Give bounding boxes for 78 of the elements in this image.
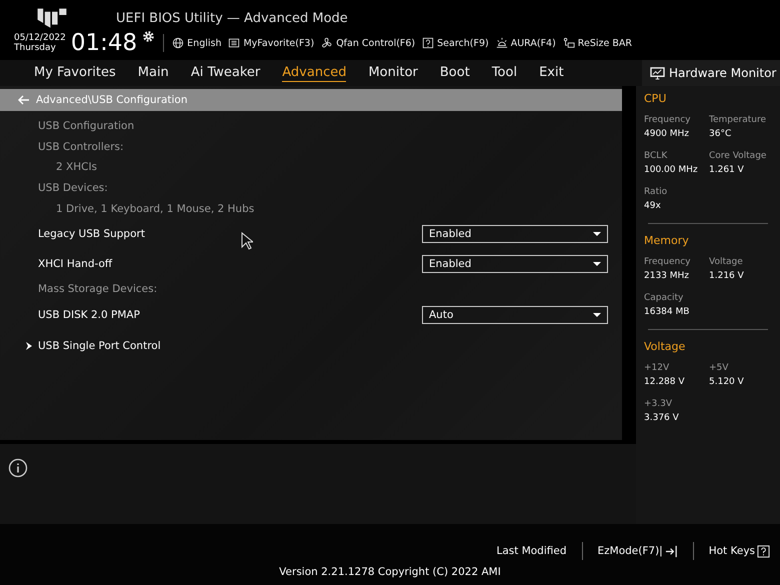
setting-info: 1 Drive, 1 Keyboard, 1 Mouse, 2 Hubs	[55, 202, 256, 217]
caret-icon	[593, 262, 601, 266]
menu-tab[interactable]: Advanced	[282, 64, 346, 82]
sensor-label: Capacity	[644, 293, 684, 303]
section-title: Memory	[644, 234, 690, 247]
menu-tab[interactable]: Boot	[440, 64, 470, 82]
sensor-value: 100.00 MHz	[644, 165, 699, 175]
back-arrow-icon	[18, 95, 30, 105]
menu-tab[interactable]: Exit	[539, 64, 564, 82]
toolbar-button[interactable]: ReSize BAR	[562, 37, 632, 49]
setting-info: 2 XHCIs	[55, 160, 98, 176]
setting-label: XHCI Hand-off	[38, 258, 112, 270]
submenu-item[interactable]: USB Single Port Control	[0, 330, 622, 362]
footer-button[interactable]: Hot Keys	[708, 544, 770, 558]
sensor-value: 12.288 V	[644, 377, 686, 387]
window-title: UEFI BIOS Utility — Advanced Mode	[116, 10, 349, 28]
sensor-label: Core Voltage	[709, 151, 768, 161]
breadcrumb-path: Advanced\USB Configuration	[36, 94, 188, 106]
sensor-label: Frequency	[644, 115, 692, 125]
sensor-value: 16384 MB	[644, 307, 690, 317]
setting-label: Legacy USB Support	[38, 228, 145, 240]
version-text: Version 2.21.1278 Copyright (C) 2022 AMI	[279, 566, 501, 578]
sensor-value: 3.376 V	[644, 413, 680, 423]
section-title: Voltage	[644, 340, 686, 353]
mouse-cursor-icon	[241, 232, 253, 250]
sensor-value: 4900 MHz	[644, 129, 690, 139]
help-icon	[422, 37, 434, 49]
globe-icon	[172, 37, 184, 49]
menu-tab[interactable]: Tool	[492, 64, 518, 82]
toolbar-button[interactable]: MyFavorite(F3)	[228, 37, 314, 49]
toolbar-button[interactable]: Qfan Control(F6)	[321, 37, 416, 49]
day-label: Thursday	[14, 43, 57, 53]
toolbar-button[interactable]: English	[172, 37, 222, 49]
info-icon	[8, 458, 28, 478]
sensor-value: 5.120 V	[709, 377, 745, 387]
clock-time: 01:48	[70, 30, 138, 56]
caret-icon	[593, 232, 601, 236]
sensor-label: Voltage	[709, 257, 744, 267]
toolbar-button[interactable]: Search(F9)	[422, 37, 489, 49]
sensor-value: 36°C	[709, 129, 732, 139]
setting-heading: USB Controllers:	[37, 140, 125, 155]
sensor-label: Frequency	[644, 257, 692, 267]
section-title: CPU	[644, 92, 668, 105]
sensor-label: BCLK	[644, 151, 668, 161]
sensor-value: 49x	[644, 201, 662, 211]
sensor-value: 1.261 V	[709, 165, 745, 175]
help-icon	[757, 544, 770, 558]
footer-button[interactable]: Last Modified	[496, 545, 566, 557]
footer-button[interactable]: EzMode(F7)|	[598, 544, 678, 558]
sensor-label: +3.3V	[644, 399, 674, 409]
date-label: 05/12/2022	[14, 33, 66, 43]
menu-tab[interactable]: Main	[138, 64, 169, 82]
caret-icon	[593, 313, 601, 318]
exit-arrow-icon	[664, 544, 678, 558]
setting-heading: Mass Storage Devices:	[37, 282, 158, 298]
sensor-label: +12V	[644, 363, 670, 373]
fan-icon	[321, 37, 334, 49]
setting-label: USB DISK 2.0 PMAP	[38, 309, 140, 322]
menu-tab[interactable]: My Favorites	[34, 64, 116, 82]
setting-heading: USB Configuration	[37, 119, 136, 134]
settings-icon[interactable]	[142, 30, 156, 43]
dropdown[interactable]: Auto	[422, 306, 608, 324]
dropdown[interactable]: Enabled	[422, 225, 608, 244]
chevron-icon	[26, 342, 32, 350]
toolbar-button[interactable]: AURA(F4)	[496, 37, 556, 49]
sensor-value: 2133 MHz	[644, 271, 690, 281]
dropdown[interactable]: Enabled	[422, 255, 608, 274]
light-icon	[496, 37, 508, 49]
monitor-icon	[650, 66, 665, 80]
sensor-label: Temperature	[709, 115, 768, 125]
menu-tab[interactable]: Ai Tweaker	[190, 64, 260, 82]
setting-heading: USB Devices:	[37, 181, 109, 196]
menu-tab[interactable]: Monitor	[368, 64, 418, 82]
sensor-label: Ratio	[644, 187, 668, 197]
panel-title: Hardware Monitor	[669, 66, 776, 80]
list-icon	[228, 37, 240, 49]
sensor-value: 1.216 V	[709, 271, 745, 281]
sensor-label: +5V	[709, 363, 730, 373]
